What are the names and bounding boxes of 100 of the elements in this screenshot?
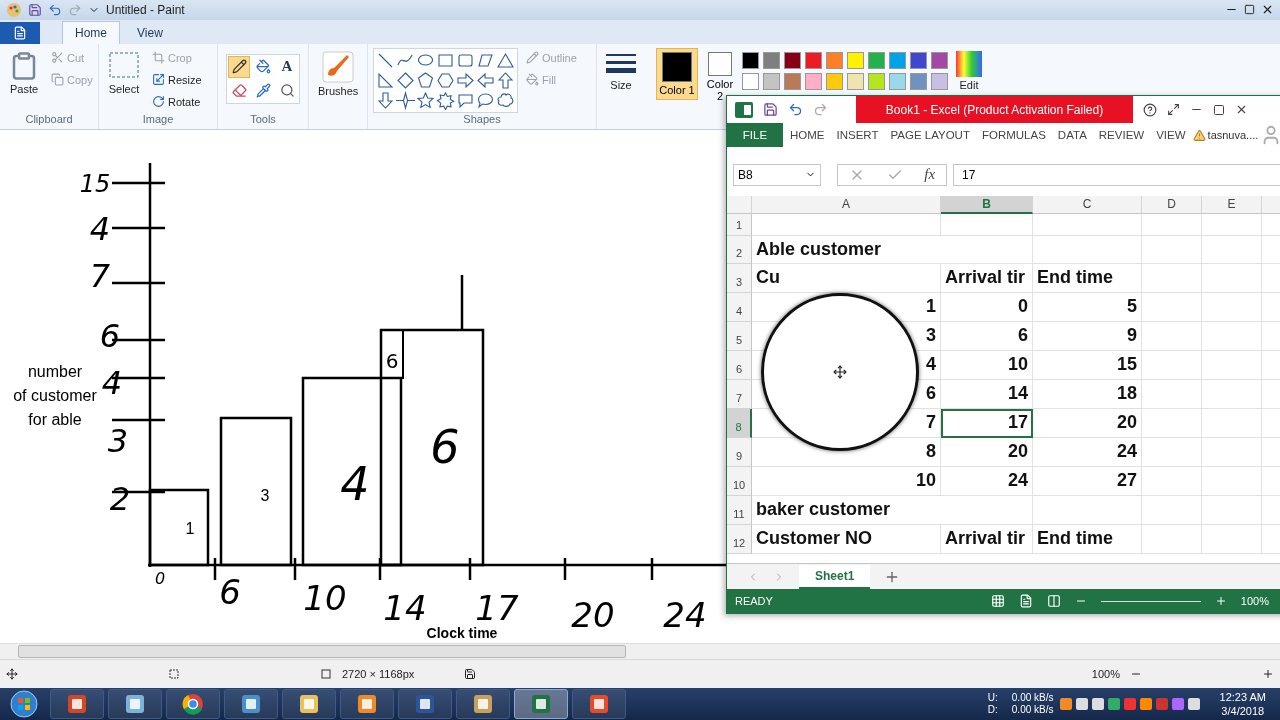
ribbon-tab[interactable]: VIEW [1151,123,1191,147]
taskbar-app[interactable] [398,689,452,720]
color-swatch[interactable] [889,72,906,90]
table-cell[interactable]: 7 [926,412,936,434]
table-cell[interactable] [1142,350,1202,380]
shape-icon[interactable] [436,70,455,90]
table-cell[interactable] [1202,263,1262,293]
undo-icon[interactable] [48,2,62,17]
table-cell[interactable] [1142,235,1202,264]
table-cell[interactable]: 10 [915,470,936,492]
row-header[interactable]: 8 [727,408,752,438]
ribbon-options-icon[interactable] [1167,103,1180,116]
table-cell[interactable] [1142,292,1202,322]
table-cell[interactable] [1033,213,1142,236]
color-swatch[interactable] [742,51,759,69]
save-icon[interactable] [763,102,778,117]
undo-icon[interactable] [788,102,803,117]
table-cell[interactable]: 24 [941,466,1033,496]
page-break-icon[interactable] [1046,594,1061,608]
color-swatch[interactable] [868,72,885,90]
table-cell[interactable] [1202,350,1262,380]
brushes-button[interactable]: Brushes [314,47,363,130]
table-cell[interactable]: 5 [1033,292,1142,322]
table-cell[interactable]: Able customer [752,235,1033,264]
table-cell[interactable] [1033,235,1142,264]
ribbon-tab[interactable]: PAGE LAYOUT [885,123,975,147]
column-header[interactable]: C [1033,195,1142,214]
table-cell[interactable] [941,213,1033,236]
color-button[interactable]: Color 1 [656,47,698,100]
color-swatch[interactable] [931,51,948,69]
table-cell[interactable] [1142,379,1202,409]
page-layout-icon[interactable] [1018,594,1033,608]
table-cell[interactable]: 24 [1033,437,1142,467]
app-menu-button[interactable] [0,21,40,44]
ribbon-tab[interactable]: View [124,20,176,44]
file-tab[interactable]: FILE [727,123,783,147]
maximize-icon[interactable] [1213,103,1225,116]
table-cell[interactable]: 6 [941,321,1033,351]
taskbar-app[interactable] [456,689,510,720]
shape-icon[interactable] [416,90,435,110]
table-cell[interactable] [1142,263,1202,293]
row-header[interactable]: 5 [727,321,752,351]
table-cell[interactable] [1202,292,1262,322]
row-header[interactable]: 10 [727,466,752,496]
table-cell[interactable]: Cu [756,267,780,289]
taskbar-app[interactable] [166,689,220,720]
table-cell[interactable]: 20 [941,437,1033,467]
color-swatch[interactable] [847,72,864,90]
shape-icon[interactable] [496,90,515,110]
color-swatch[interactable] [763,72,780,90]
ribbon-tab[interactable]: FORMULAS [976,123,1051,147]
shape-icon[interactable] [496,50,515,70]
row-header[interactable]: 6 [727,350,752,380]
column-header[interactable]: B [941,195,1033,214]
shape-icon[interactable] [416,70,435,90]
ribbon-tab[interactable]: HOME [785,123,830,147]
column-header[interactable]: D [1142,195,1202,214]
table-cell[interactable]: End time [1033,524,1142,554]
row-header[interactable]: 11 [727,495,752,525]
table-cell[interactable] [1202,235,1262,264]
zoom-in-icon[interactable] [1214,595,1227,607]
ribbon-tab[interactable]: REVIEW [1093,123,1150,147]
select-all-corner[interactable] [727,195,752,214]
edit-colors-button[interactable]: Edit [952,47,986,94]
row-header[interactable]: 12 [727,524,752,554]
taskbar-app[interactable] [514,689,568,720]
row-header[interactable]: 3 [727,263,752,293]
row-header[interactable]: 1 [727,213,752,236]
color-swatch[interactable] [784,51,801,69]
pencil-tool[interactable] [228,55,250,78]
normal-view-icon[interactable] [990,594,1005,608]
table-cell[interactable]: Arrival tir [941,263,1033,293]
table-cell[interactable]: 3 [926,325,936,347]
table-cell[interactable]: 8 [926,441,936,463]
maximize-icon[interactable] [1244,4,1255,16]
color-swatch[interactable] [931,72,948,90]
column-header[interactable] [1262,195,1280,214]
resize-button[interactable]: Resize [150,69,204,90]
column-header[interactable]: E [1202,195,1262,214]
taskbar-app[interactable] [224,689,278,720]
table-cell[interactable]: 20 [1033,408,1142,438]
table-cell[interactable] [1142,524,1202,554]
shape-icon[interactable] [376,70,395,90]
color-swatch[interactable] [847,51,864,69]
table-cell[interactable] [1202,213,1262,236]
table-cell[interactable] [1142,466,1202,496]
table-cell[interactable] [1202,437,1262,467]
table-cell[interactable] [1142,408,1202,438]
shape-icon[interactable] [396,90,415,110]
color-swatch[interactable] [826,51,843,69]
color-swatch[interactable] [805,51,822,69]
shape-icon[interactable] [476,70,495,90]
table-cell[interactable] [1202,408,1262,438]
table-cell[interactable]: 27 [1033,466,1142,496]
zoom-in-icon[interactable] [1262,668,1274,681]
table-cell[interactable] [1202,379,1262,409]
column-header[interactable]: A [752,195,941,214]
close-icon[interactable] [1235,103,1248,116]
table-cell[interactable]: 9 [1033,321,1142,351]
color-swatch[interactable] [889,51,906,69]
